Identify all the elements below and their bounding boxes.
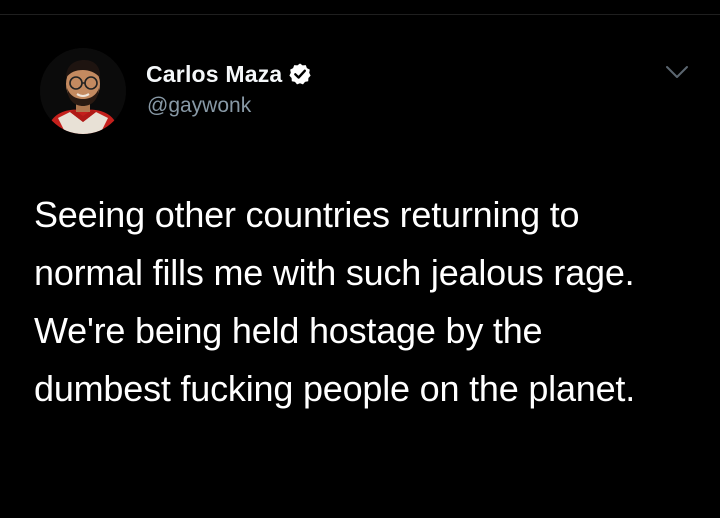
chevron-down-icon[interactable] (664, 62, 690, 82)
author-display-name[interactable]: Carlos Maza (146, 61, 282, 88)
author-name-row: Carlos Maza (146, 58, 312, 90)
avatar[interactable] (40, 48, 126, 134)
profile-photo-icon (40, 48, 126, 134)
tweet-card: Carlos Maza @gaywonk Seeing other countr… (0, 0, 720, 518)
verified-badge-icon (288, 62, 312, 86)
tweet-text: Seeing other countries returning to norm… (34, 194, 636, 409)
author-handle[interactable]: @gaywonk (147, 94, 251, 118)
